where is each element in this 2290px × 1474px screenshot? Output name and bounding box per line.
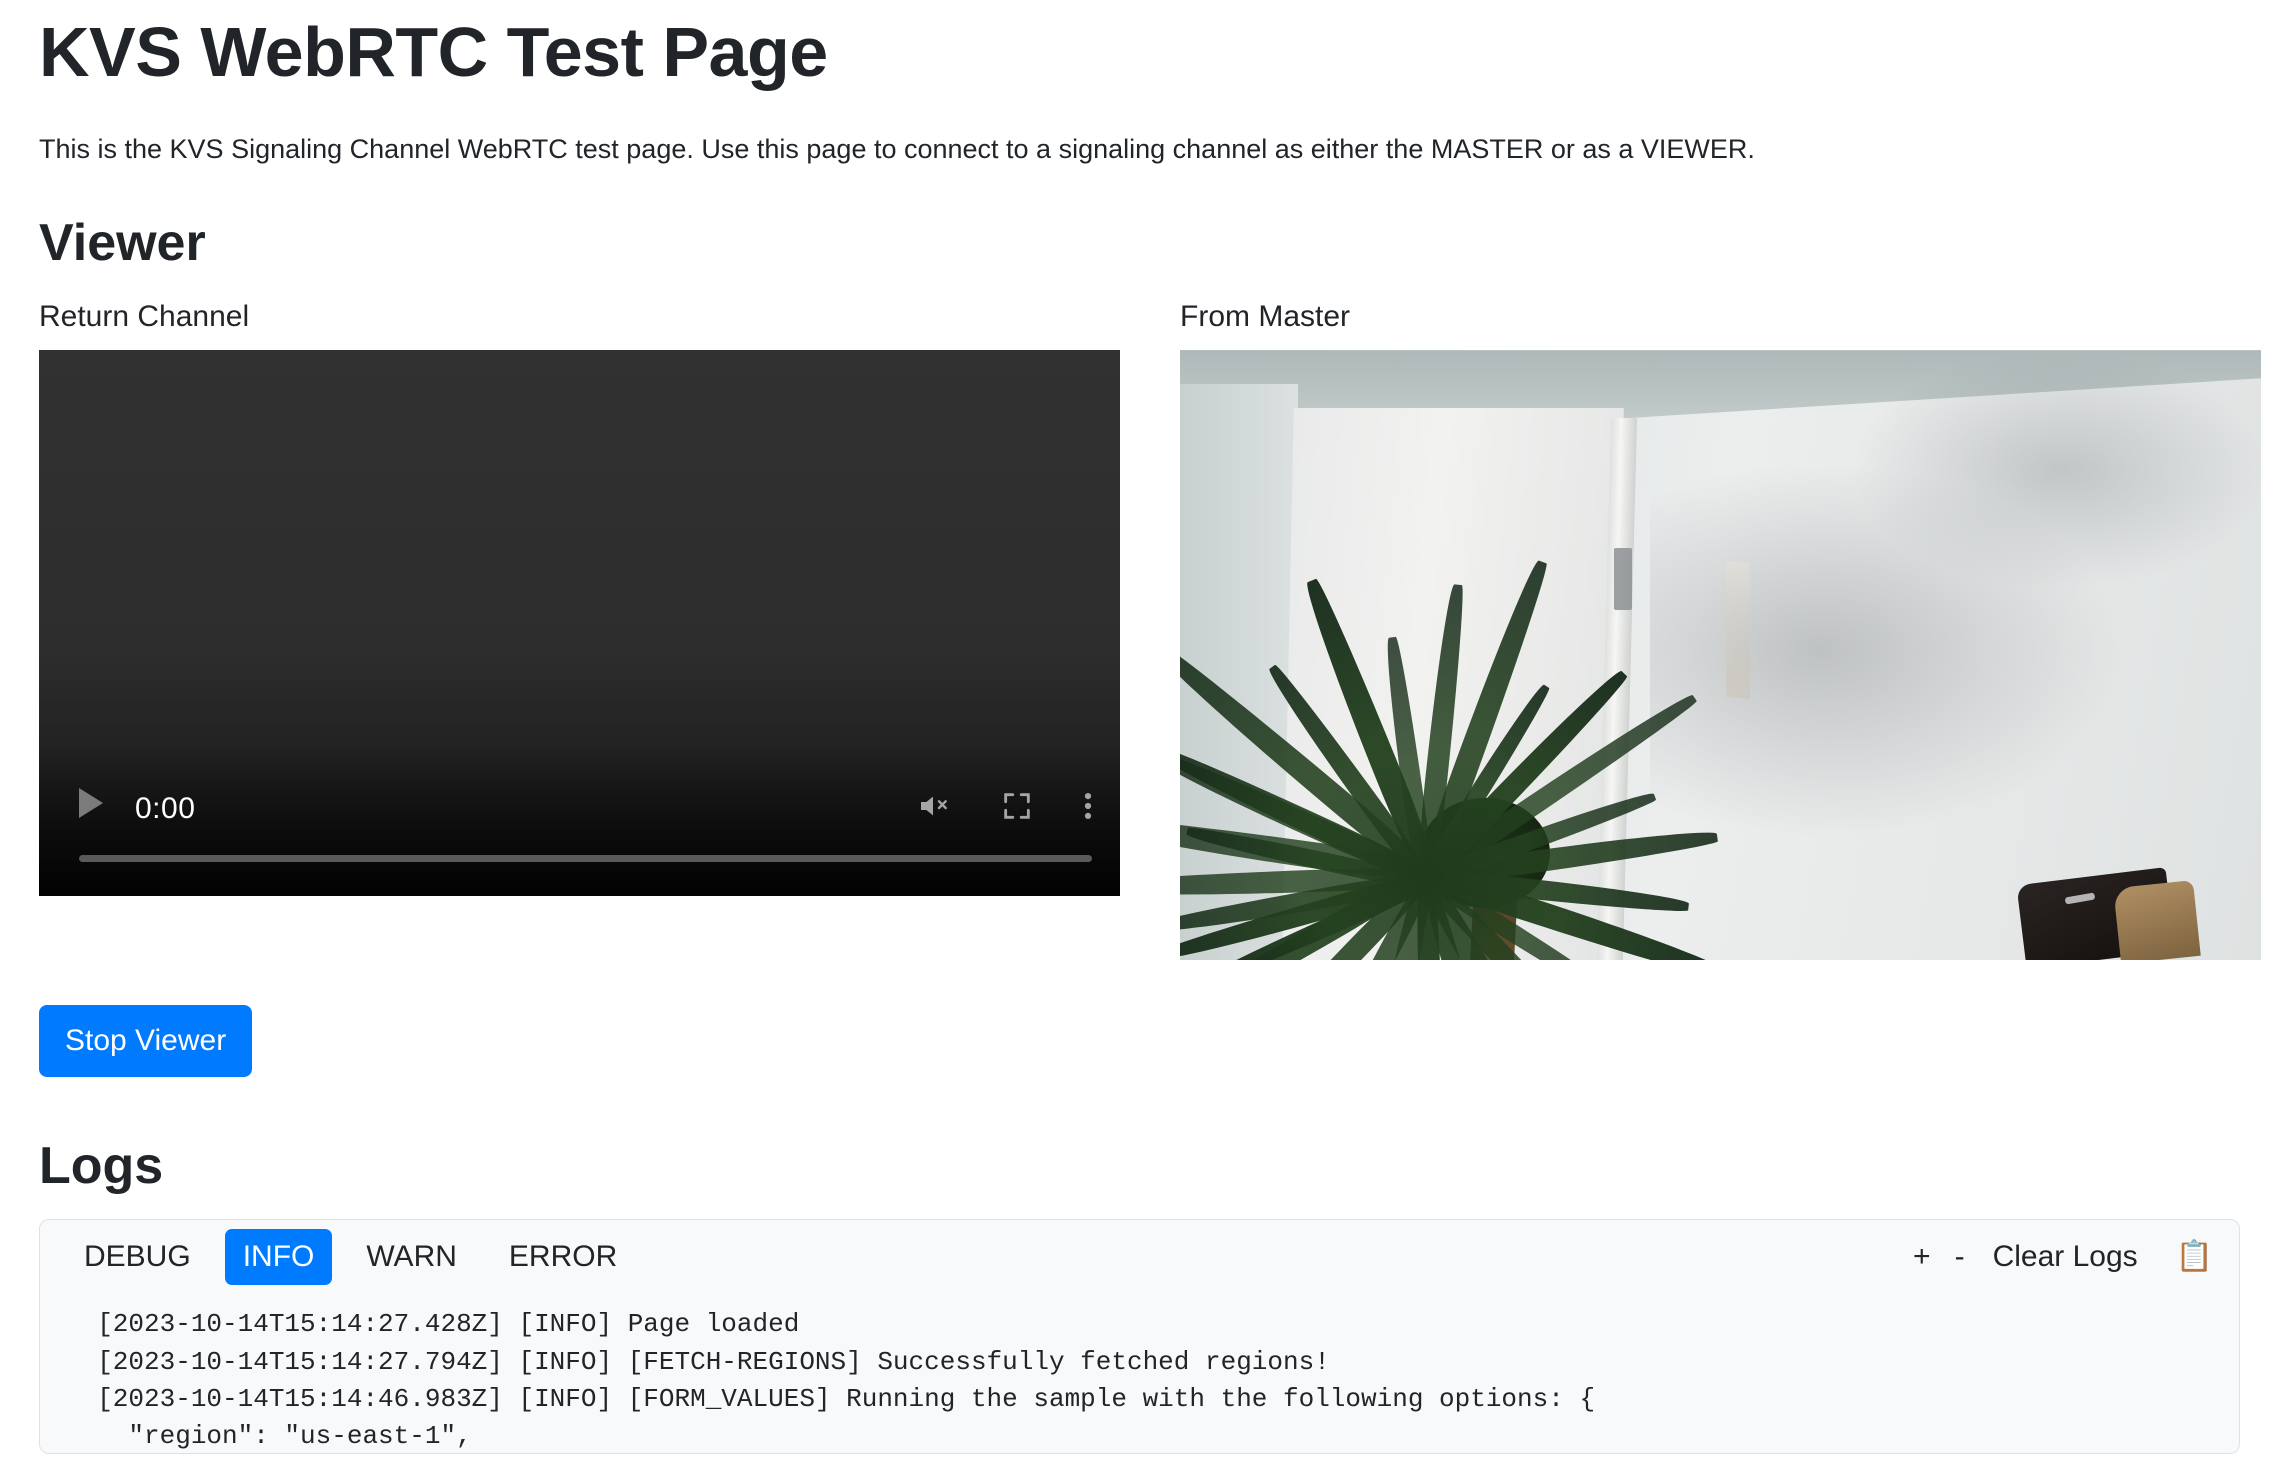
logs-title: Logs <box>39 1137 164 1196</box>
log-line: [2023-10-14T15:14:27.428Z] [INFO] Page l… <box>66 1309 800 1340</box>
stop-viewer-button[interactable]: Stop Viewer <box>39 1005 253 1078</box>
return-channel-column: Return Channel 0:00 <box>39 299 1120 960</box>
clear-logs-button[interactable]: Clear Logs <box>1977 1231 2154 1283</box>
muted-volume-icon[interactable] <box>914 790 952 827</box>
log-level-debug[interactable]: DEBUG <box>66 1229 209 1285</box>
dark-object <box>2016 867 2211 961</box>
video-current-time: 0:00 <box>135 792 196 826</box>
log-level-info[interactable]: INFO <box>224 1229 333 1286</box>
page-title: KVS WebRTC Test Page <box>39 13 828 91</box>
kebab-menu-icon[interactable] <box>1082 789 1094 828</box>
video-controls-right <box>914 789 1094 828</box>
from-master-column: From Master <box>1180 299 2261 961</box>
log-line: "region": "us-east-1", <box>66 1421 472 1452</box>
logs-toolbar: DEBUG INFO WARN ERROR + - Clear Logs 📋 <box>40 1220 2239 1294</box>
from-master-video[interactable] <box>1180 350 2261 961</box>
plant <box>1180 350 1880 961</box>
log-line: [2023-10-14T15:14:46.983Z] [INFO] [FORM_… <box>66 1383 1596 1414</box>
from-master-label: From Master <box>1180 300 1351 334</box>
log-level-error[interactable]: ERROR <box>491 1229 635 1285</box>
clipboard-icon[interactable]: 📋 <box>2176 1242 2213 1272</box>
viewer-section-title: Viewer <box>39 213 206 272</box>
return-channel-video[interactable]: 0:00 <box>39 350 1120 897</box>
play-icon[interactable] <box>79 788 103 819</box>
page-root: KVS WebRTC Test Page This is the KVS Sig… <box>0 13 2290 1455</box>
video-row: Return Channel 0:00 From Master <box>39 299 2261 961</box>
fullscreen-icon[interactable] <box>1000 789 1034 828</box>
log-output: [2023-10-14T15:14:27.428Z] [INFO] Page l… <box>40 1294 2239 1453</box>
remote-video-scene <box>1180 350 2261 961</box>
log-level-warn[interactable]: WARN <box>348 1229 475 1285</box>
page-subtitle: This is the KVS Signaling Channel WebRTC… <box>39 134 1755 164</box>
increase-font-button[interactable]: + <box>1901 1231 1943 1283</box>
log-line: [2023-10-14T15:14:27.794Z] [INFO] [FETCH… <box>66 1346 1330 1377</box>
logs-panel: DEBUG INFO WARN ERROR + - Clear Logs 📋 [… <box>39 1219 2240 1455</box>
video-progress-bar[interactable] <box>79 855 1092 863</box>
return-channel-label: Return Channel <box>39 300 250 334</box>
decrease-font-button[interactable]: - <box>1943 1231 1977 1283</box>
